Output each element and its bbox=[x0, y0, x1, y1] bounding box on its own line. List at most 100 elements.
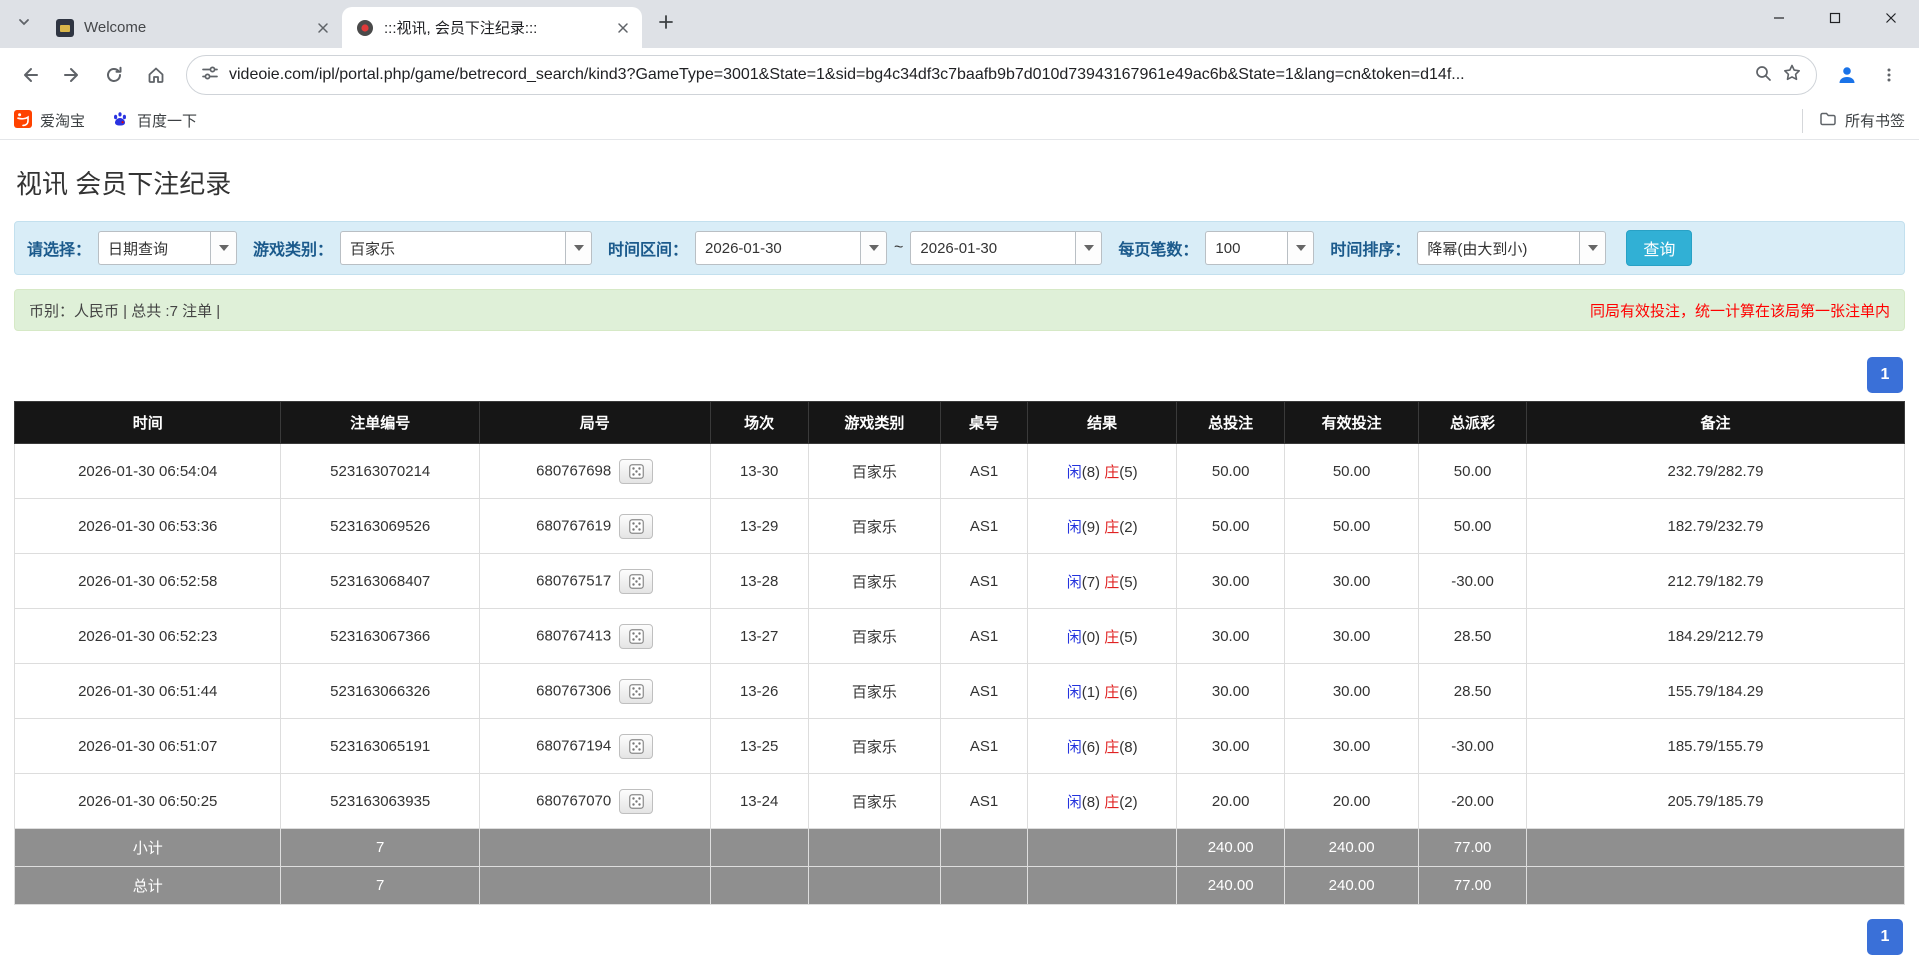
maximize-button[interactable] bbox=[1807, 0, 1863, 36]
profile-avatar[interactable] bbox=[1827, 55, 1867, 95]
date-from-input[interactable] bbox=[695, 231, 860, 265]
cell-time: 2026-01-30 06:54:04 bbox=[15, 444, 281, 499]
date-to-dropdown-button[interactable] bbox=[1075, 231, 1102, 265]
tab-close-button[interactable] bbox=[311, 16, 334, 39]
site-info-icon[interactable] bbox=[201, 64, 219, 87]
sort-order-input[interactable] bbox=[1417, 231, 1579, 265]
taobao-favicon-icon bbox=[14, 110, 32, 132]
query-type-group: 请选择： bbox=[27, 231, 237, 265]
summary-bar: 币别：人民币 | 总共 :7 注单 | 同局有效投注，统一计算在该局第一张注单内 bbox=[14, 289, 1905, 331]
bookmark-baidu[interactable]: 百度一下 bbox=[111, 110, 197, 132]
banker-score: (2) bbox=[1119, 794, 1137, 811]
cell-session: 13-26 bbox=[710, 664, 808, 719]
view-round-button[interactable] bbox=[619, 569, 653, 594]
cell-remark: 232.79/282.79 bbox=[1526, 444, 1904, 499]
date-to-input[interactable] bbox=[910, 231, 1075, 265]
tab-search-button[interactable] bbox=[8, 8, 40, 40]
view-round-button[interactable] bbox=[619, 789, 653, 814]
page-button[interactable]: 1 bbox=[1867, 919, 1903, 955]
cell-valid-bet: 50.00 bbox=[1285, 499, 1419, 554]
date-to-combobox bbox=[910, 231, 1102, 265]
page-content: 视讯 会员下注纪录 请选择： 游戏类别： 时间区间： bbox=[0, 140, 1919, 978]
cell-result: 闲(8) 庄(2) bbox=[1028, 774, 1177, 829]
total-count: 7 bbox=[281, 867, 479, 905]
game-type-input[interactable] bbox=[340, 231, 565, 265]
view-round-button[interactable] bbox=[619, 679, 653, 704]
view-round-button[interactable] bbox=[619, 514, 653, 539]
banker-score: (6) bbox=[1119, 684, 1137, 701]
date-range-group: 时间区间： ~ bbox=[608, 231, 1102, 265]
forward-button[interactable] bbox=[52, 55, 92, 95]
tab-bet-records[interactable]: :::视讯, 会员下注纪录::: bbox=[342, 7, 642, 48]
col-header-remark: 备注 bbox=[1526, 402, 1904, 444]
cell-table-no: AS1 bbox=[941, 774, 1028, 829]
bookmarks-bar: 爱淘宝 百度一下 所有书签 bbox=[0, 102, 1919, 140]
refresh-button[interactable] bbox=[94, 55, 134, 95]
tab-welcome[interactable]: Welcome bbox=[42, 7, 342, 48]
round-id: 680767070 bbox=[536, 792, 611, 809]
col-header-valid-bet: 有效投注 bbox=[1285, 402, 1419, 444]
banker-result: 庄 bbox=[1104, 519, 1119, 536]
folder-icon bbox=[1819, 110, 1837, 132]
bookmark-label: 爱淘宝 bbox=[40, 110, 85, 131]
tab-close-button[interactable] bbox=[611, 16, 634, 39]
subtotal-row: 小计 7 240.00 240.00 77.00 bbox=[15, 829, 1905, 867]
cell-remark: 212.79/182.79 bbox=[1526, 554, 1904, 609]
sort-order-dropdown-button[interactable] bbox=[1579, 231, 1606, 265]
bookmark-star-icon[interactable] bbox=[1782, 63, 1802, 88]
menu-kebab-icon[interactable] bbox=[1869, 55, 1909, 95]
tab-title: Welcome bbox=[84, 19, 311, 36]
cell-session: 13-25 bbox=[710, 719, 808, 774]
player-result: 闲 bbox=[1067, 464, 1082, 481]
game-type-dropdown-button[interactable] bbox=[565, 231, 592, 265]
cell-game-type: 百家乐 bbox=[808, 774, 940, 829]
all-bookmarks-button[interactable]: 所有书签 bbox=[1802, 109, 1905, 133]
total-valid-bet: 240.00 bbox=[1285, 867, 1419, 905]
cell-result: 闲(8) 庄(5) bbox=[1028, 444, 1177, 499]
cell-game-type: 百家乐 bbox=[808, 609, 940, 664]
page-button[interactable]: 1 bbox=[1867, 357, 1903, 393]
browser-window: Welcome :::视讯, 会员下注纪录::: videoie.com/ipl… bbox=[0, 0, 1919, 978]
col-header-result: 结果 bbox=[1028, 402, 1177, 444]
new-tab-button[interactable] bbox=[650, 8, 682, 40]
round-id: 680767619 bbox=[536, 517, 611, 534]
round-id: 680767517 bbox=[536, 572, 611, 589]
view-round-button[interactable] bbox=[619, 734, 653, 759]
col-header-time: 时间 bbox=[15, 402, 281, 444]
cell-time: 2026-01-30 06:50:25 bbox=[15, 774, 281, 829]
page-size-input[interactable] bbox=[1205, 231, 1287, 265]
date-from-dropdown-button[interactable] bbox=[860, 231, 887, 265]
cell-valid-bet: 30.00 bbox=[1285, 554, 1419, 609]
game-type-combobox bbox=[340, 231, 592, 265]
cell-table-no: AS1 bbox=[941, 664, 1028, 719]
col-header-game-type: 游戏类别 bbox=[808, 402, 940, 444]
home-button[interactable] bbox=[136, 55, 176, 95]
query-type-dropdown-button[interactable] bbox=[210, 231, 237, 265]
table-summary: 小计 7 240.00 240.00 77.00 总计 7 240.00 240… bbox=[15, 829, 1905, 905]
player-score: (0) bbox=[1082, 629, 1100, 646]
back-button[interactable] bbox=[10, 55, 50, 95]
bookmark-aitaobao[interactable]: 爱淘宝 bbox=[14, 110, 85, 132]
cell-payout: 28.50 bbox=[1419, 664, 1527, 719]
dice-icon bbox=[629, 519, 644, 534]
cell-result: 闲(6) 庄(8) bbox=[1028, 719, 1177, 774]
zoom-icon[interactable] bbox=[1754, 64, 1772, 87]
search-button[interactable]: 查询 bbox=[1626, 230, 1692, 266]
minimize-button[interactable] bbox=[1751, 0, 1807, 36]
col-header-total-bet: 总投注 bbox=[1177, 402, 1285, 444]
game-type-label: 游戏类别： bbox=[253, 236, 333, 260]
view-round-button[interactable] bbox=[619, 459, 653, 484]
address-bar[interactable]: videoie.com/ipl/portal.php/game/betrecor… bbox=[186, 55, 1817, 95]
table-row: 2026-01-30 06:51:07 523163065191 6807671… bbox=[15, 719, 1905, 774]
cell-session: 13-27 bbox=[710, 609, 808, 664]
view-round-button[interactable] bbox=[619, 624, 653, 649]
player-score: (8) bbox=[1082, 794, 1100, 811]
cell-bet-id: 523163070214 bbox=[281, 444, 479, 499]
page-size-dropdown-button[interactable] bbox=[1287, 231, 1314, 265]
cell-session: 13-28 bbox=[710, 554, 808, 609]
close-window-button[interactable] bbox=[1863, 0, 1919, 36]
cell-time: 2026-01-30 06:52:58 bbox=[15, 554, 281, 609]
banker-score: (5) bbox=[1119, 629, 1137, 646]
query-type-input[interactable] bbox=[98, 231, 210, 265]
cell-session: 13-30 bbox=[710, 444, 808, 499]
